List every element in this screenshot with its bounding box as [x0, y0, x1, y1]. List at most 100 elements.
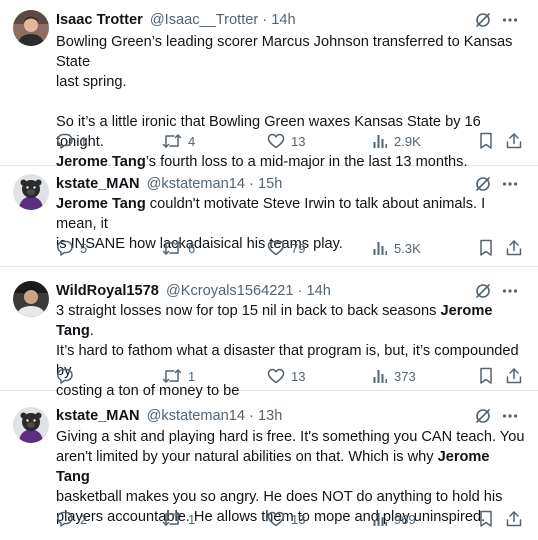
share-icon: [505, 367, 523, 385]
like-icon: [267, 132, 285, 150]
like-icon: [267, 239, 285, 257]
retweet-icon: [162, 132, 182, 150]
action-bar: 2 1 13 969: [56, 508, 526, 530]
user-handle[interactable]: @kstateman14: [147, 176, 245, 192]
text-run: .: [89, 323, 94, 339]
reply-button[interactable]: 5: [56, 237, 87, 259]
grok-icon[interactable]: [474, 282, 492, 300]
bookmark-icon: [478, 510, 494, 528]
like-button[interactable]: 13: [267, 365, 305, 387]
views-icon: [372, 511, 388, 527]
tweet-text-line: 3 straight losses now for top 15 nil in …: [56, 301, 526, 341]
action-bar: 1 4 13 2.9K: [56, 130, 526, 152]
like-count: 13: [291, 368, 306, 384]
text-run: last spring.: [56, 74, 127, 90]
display-name[interactable]: kstate_MAN: [56, 176, 140, 192]
retweet-button[interactable]: 1: [162, 508, 195, 530]
avatar[interactable]: [13, 174, 49, 210]
timestamp[interactable]: 15h: [258, 176, 282, 192]
views-icon: [372, 240, 388, 256]
timestamp[interactable]: 14h: [307, 283, 331, 299]
tweet-text-line: Giving a shit and playing hard is free. …: [56, 427, 526, 447]
tweet-text-line: Jerome Tang couldn't motivate Steve Irwi…: [56, 194, 526, 234]
views-count: 5.3K: [394, 240, 421, 256]
tweet-header: kstate_MAN @kstateman14 · 13h: [56, 406, 518, 426]
tweet-text-line: aren't limited by your natural abilities…: [56, 447, 526, 487]
tweet-text-line: basketball makes you so angry. He does N…: [56, 487, 526, 507]
avatar[interactable]: [13, 10, 49, 46]
user-handle[interactable]: @Kcroyals1564221: [166, 283, 294, 299]
grok-icon[interactable]: [474, 11, 492, 29]
reply-button[interactable]: 2: [56, 508, 87, 530]
views-button[interactable]: 2.9K: [372, 130, 421, 152]
text-run: Bowling Green’s leading scorer Marcus Jo…: [56, 34, 513, 70]
bookmark-button[interactable]: [478, 237, 494, 259]
share-button[interactable]: [505, 130, 523, 152]
tweet[interactable]: kstate_MAN @kstateman14 · 15h Jerome Tan…: [0, 166, 538, 267]
reply-icon: [56, 510, 74, 528]
more-icon[interactable]: [502, 12, 518, 28]
share-icon: [505, 239, 523, 257]
reply-button[interactable]: [56, 365, 80, 387]
tweet[interactable]: Isaac Trotter @Isaac__Trotter · 14h Bowl…: [0, 0, 538, 170]
bookmark-icon: [478, 239, 494, 257]
avatar[interactable]: [13, 407, 49, 443]
views-icon: [372, 368, 388, 384]
like-icon: [267, 510, 285, 528]
tweet[interactable]: WildRoyal1578 @Kcroyals1564221 · 14h 3 s…: [0, 267, 538, 399]
timestamp[interactable]: 13h: [258, 408, 282, 424]
reply-icon: [56, 367, 74, 385]
avatar[interactable]: [13, 281, 49, 317]
more-icon[interactable]: [502, 408, 518, 424]
text-run: basketball makes you so angry. He does N…: [56, 489, 503, 505]
views-button[interactable]: 969: [372, 508, 416, 530]
like-button[interactable]: 13: [267, 508, 305, 530]
like-button[interactable]: 79: [267, 237, 305, 259]
retweet-count: 1: [188, 368, 196, 384]
views-button[interactable]: 373: [372, 365, 416, 387]
tweet-header: Isaac Trotter @Isaac__Trotter · 14h: [56, 10, 518, 30]
retweet-count: 6: [188, 240, 196, 256]
like-button[interactable]: 13: [267, 130, 305, 152]
retweet-icon: [162, 239, 182, 257]
separator: ·: [262, 12, 268, 28]
text-run: Giving a shit and playing hard is free. …: [56, 429, 525, 445]
paragraph-break: [56, 92, 526, 112]
views-count: 969: [394, 511, 416, 527]
views-icon: [372, 133, 388, 149]
display-name[interactable]: Isaac Trotter: [56, 12, 143, 28]
tweet-text-line: Bowling Green’s leading scorer Marcus Jo…: [56, 32, 526, 72]
user-handle[interactable]: @Isaac__Trotter: [150, 12, 258, 28]
reply-count: 1: [80, 133, 88, 149]
share-button[interactable]: [505, 508, 523, 530]
user-handle[interactable]: @kstateman14: [147, 408, 245, 424]
action-bar: 1 13 373: [56, 365, 526, 387]
text-run: 3 straight losses now for top 15 nil in …: [56, 303, 441, 319]
retweet-button[interactable]: 1: [162, 365, 195, 387]
display-name[interactable]: kstate_MAN: [56, 408, 140, 424]
bookmark-button[interactable]: [478, 365, 494, 387]
retweet-button[interactable]: 6: [162, 237, 195, 259]
reply-button[interactable]: 1: [56, 130, 87, 152]
action-bar: 5 6 79 5.3K: [56, 237, 526, 259]
bookmark-button[interactable]: [478, 508, 494, 530]
grok-icon[interactable]: [474, 407, 492, 425]
highlighted-term: Jerome Tang: [56, 196, 146, 212]
display-name[interactable]: WildRoyal1578: [56, 283, 159, 299]
retweet-icon: [162, 367, 182, 385]
views-button[interactable]: 5.3K: [372, 237, 421, 259]
timestamp[interactable]: 14h: [271, 12, 295, 28]
text-run: aren't limited by your natural abilities…: [56, 449, 438, 465]
retweet-count: 4: [188, 133, 196, 149]
bookmark-icon: [478, 367, 494, 385]
more-icon[interactable]: [502, 283, 518, 299]
share-button[interactable]: [505, 237, 523, 259]
like-count: 79: [291, 240, 306, 256]
share-button[interactable]: [505, 365, 523, 387]
separator: ·: [249, 176, 254, 192]
bookmark-button[interactable]: [478, 130, 494, 152]
more-icon[interactable]: [502, 176, 518, 192]
tweet[interactable]: kstate_MAN @kstateman14 · 13h Giving a s…: [0, 391, 538, 540]
grok-icon[interactable]: [474, 175, 492, 193]
retweet-button[interactable]: 4: [162, 130, 195, 152]
